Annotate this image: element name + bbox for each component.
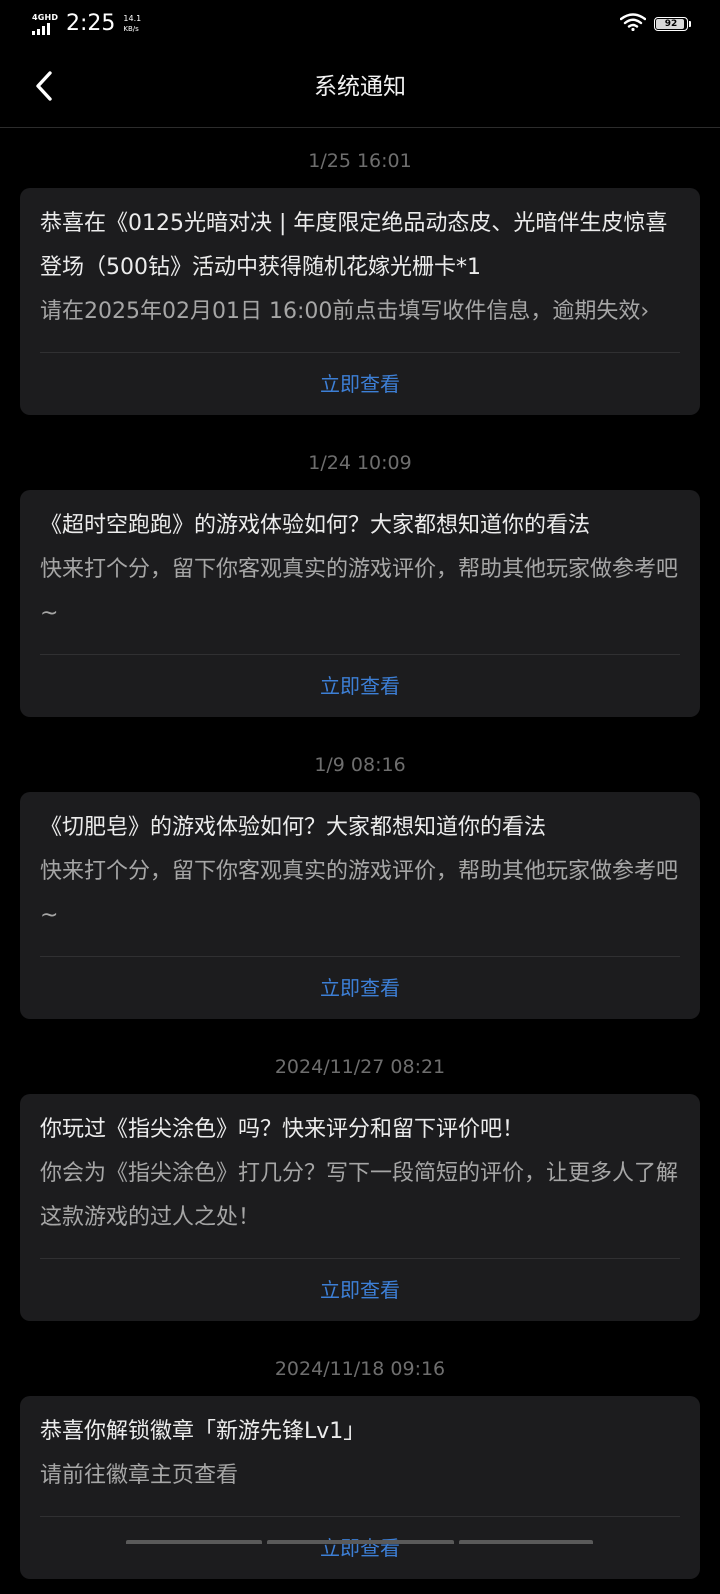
status-right: 92	[619, 12, 691, 36]
notification-title: 《超时空跑跑》的游戏体验如何？大家都想知道你的看法	[40, 513, 591, 538]
network-type: 4GHD	[32, 13, 59, 22]
notification-body: 请前往徽章主页查看	[40, 1463, 239, 1488]
notification-body[interactable]: 请在2025年02月01日 16:00前点击填写收件信息，逾期失效›	[40, 290, 680, 334]
notification-item: 1/24 10:09 《超时空跑跑》的游戏体验如何？大家都想知道你的看法 快来打…	[0, 430, 720, 732]
bottom-tab[interactable]	[267, 1540, 454, 1544]
view-now-button[interactable]: 立即查看	[40, 655, 680, 717]
notification-card[interactable]: 《超时空跑跑》的游戏体验如何？大家都想知道你的看法 快来打个分，留下你客观真实的…	[20, 490, 700, 717]
notification-card[interactable]: 恭喜在《0125光暗对决 | 年度限定绝品动态皮、光暗伴生皮惊喜登场（500钻》…	[20, 188, 700, 415]
network-speed: 14.1 KB/s	[123, 14, 141, 34]
battery-cap	[689, 21, 691, 27]
bottom-tab-strip	[0, 1540, 720, 1544]
status-time: 2:25	[66, 11, 116, 36]
notification-date: 1/9 08:16	[314, 754, 406, 776]
notification-title: 恭喜在《0125光暗对决 | 年度限定绝品动态皮、光暗伴生皮惊喜登场（500钻》…	[40, 211, 668, 280]
network-speed-unit: KB/s	[123, 25, 139, 33]
notification-date: 2024/11/18 09:16	[274, 1358, 446, 1380]
view-now-button[interactable]: 立即查看	[40, 1517, 680, 1579]
notification-item: 2024/11/18 09:16 恭喜你解锁徽章「新游先锋Lv1」 请前往徽章主…	[0, 1336, 720, 1594]
cellular-signal: 4GHD	[32, 13, 60, 35]
view-now-button[interactable]: 立即查看	[40, 957, 680, 1019]
bottom-tab[interactable]	[126, 1540, 262, 1544]
battery-icon: 92	[654, 17, 691, 31]
notification-title: 《切肥皂》的游戏体验如何？大家都想知道你的看法	[40, 815, 547, 840]
signal-bars-icon	[32, 23, 50, 35]
notification-body: 快来打个分，留下你客观真实的游戏评价，帮助其他玩家做参考吧~	[40, 859, 679, 928]
notification-body: 快来打个分，留下你客观真实的游戏评价，帮助其他玩家做参考吧~	[40, 557, 679, 626]
notification-date: 2024/11/27 08:21	[274, 1056, 446, 1078]
notification-title: 你玩过《指尖涂色》吗？快来评分和留下评价吧！	[40, 1117, 525, 1142]
view-now-button[interactable]: 立即查看	[40, 1259, 680, 1321]
notification-card[interactable]: 你玩过《指尖涂色》吗？快来评分和留下评价吧！ 你会为《指尖涂色》打几分？写下一段…	[20, 1094, 700, 1321]
status-bar: 4GHD 2:25 14.1 KB/s 92	[0, 0, 720, 48]
nav-bar: 系统通知	[0, 48, 720, 128]
status-left: 4GHD 2:25 14.1 KB/s	[32, 10, 141, 38]
notification-body: 你会为《指尖涂色》打几分？写下一段简短的评价，让更多人了解这款游戏的过人之处！	[40, 1161, 679, 1230]
notification-card[interactable]: 恭喜你解锁徽章「新游先锋Lv1」 请前往徽章主页查看 立即查看	[20, 1396, 700, 1579]
notification-list: 1/25 16:01 恭喜在《0125光暗对决 | 年度限定绝品动态皮、光暗伴生…	[0, 128, 720, 1594]
bottom-tab[interactable]	[459, 1540, 593, 1544]
notification-card[interactable]: 《切肥皂》的游戏体验如何？大家都想知道你的看法 快来打个分，留下你客观真实的游戏…	[20, 792, 700, 1019]
battery-level: 92	[664, 19, 678, 29]
view-now-button[interactable]: 立即查看	[40, 353, 680, 415]
network-speed-value: 14.1	[123, 14, 142, 23]
notification-date: 1/24 10:09	[308, 452, 412, 474]
page-title: 系统通知	[314, 74, 406, 100]
notification-title: 恭喜你解锁徽章「新游先锋Lv1」	[40, 1419, 366, 1444]
wifi-icon	[619, 13, 647, 35]
notification-item: 1/9 08:16 《切肥皂》的游戏体验如何？大家都想知道你的看法 快来打个分，…	[0, 732, 720, 1034]
notification-item: 2024/11/27 08:21 你玩过《指尖涂色》吗？快来评分和留下评价吧！ …	[0, 1034, 720, 1336]
notification-item: 1/25 16:01 恭喜在《0125光暗对决 | 年度限定绝品动态皮、光暗伴生…	[0, 128, 720, 430]
notification-date: 1/25 16:01	[308, 150, 412, 172]
